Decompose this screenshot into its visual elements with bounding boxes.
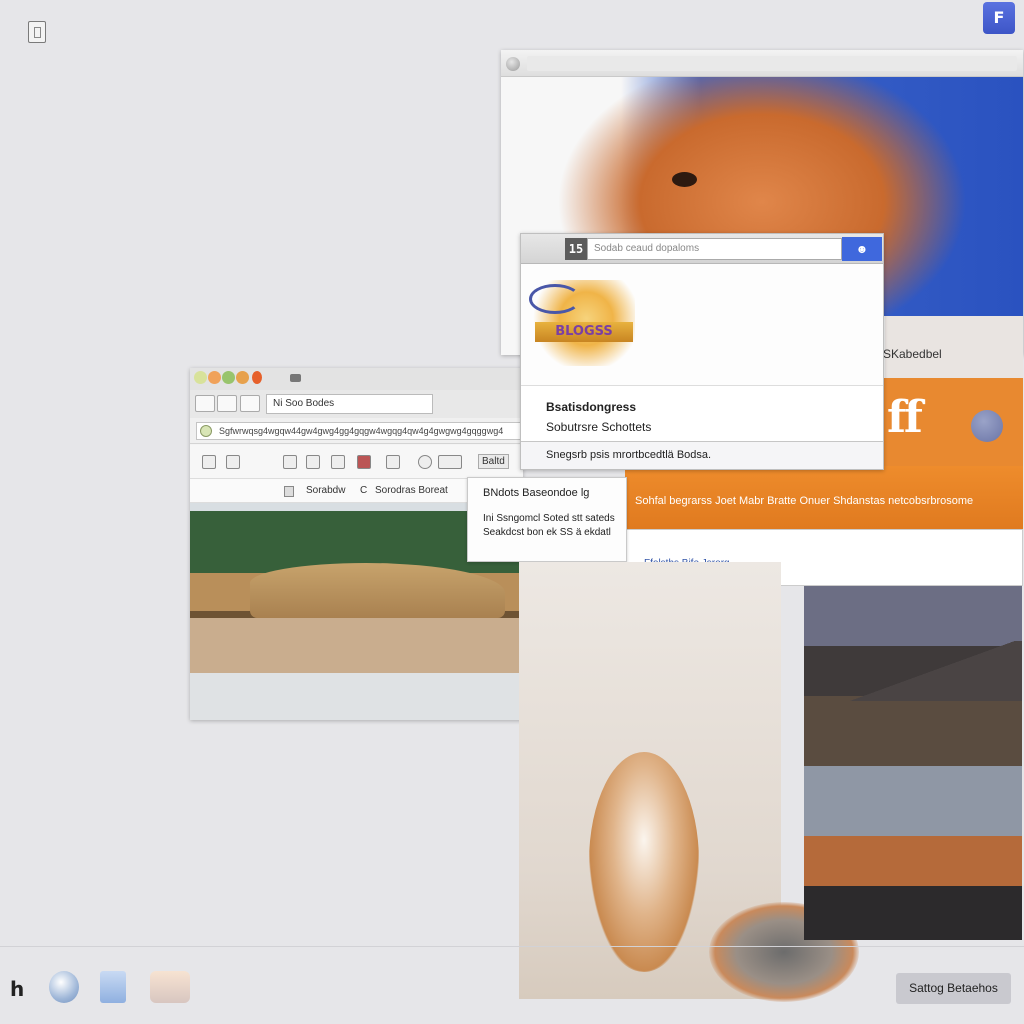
dialog-subheading: Sobutrsre Schottets — [546, 420, 652, 434]
dialog-footer-text[interactable]: Snegsrb psis mrortbcedtlä Bodsa. — [546, 449, 711, 461]
hamster-eye — [672, 172, 697, 187]
panel-hero: ff — [883, 378, 1023, 466]
address-input[interactable]: Sgfwrwqsg4wgqw44gw4gwg4gg4gqgw4wgqg4qw4g… — [196, 422, 521, 440]
hero-circle-icon[interactable] — [971, 410, 1003, 442]
user-icon[interactable]: ☻ — [842, 237, 882, 261]
filter-checkbox[interactable] — [284, 486, 294, 497]
globe-dock-icon[interactable] — [49, 971, 79, 1003]
dialog-heading: Bsatisdongress — [546, 400, 637, 414]
cat-photo — [519, 562, 859, 1002]
dialog-section: Bsatisdongress Sobutrsre Schottets — [521, 385, 883, 441]
trash-icon[interactable] — [100, 971, 126, 1003]
bucket-icon[interactable] — [357, 455, 371, 469]
dialog-input[interactable]: Sodab ceaud dopaloms — [587, 238, 842, 260]
grid-icon[interactable] — [306, 455, 320, 469]
mail-icon[interactable] — [150, 971, 190, 1003]
dock-home-glyph[interactable]: h — [10, 977, 24, 1001]
tab-icon-1[interactable] — [194, 371, 207, 384]
dialog-footer: Snegsrb psis mrortbcedtlä Bodsa. — [521, 441, 883, 469]
dialog-titlebar: 15 Sodab ceaud dopaloms ☻ — [521, 234, 883, 264]
popover-title: BNdots Baseondoe lg — [483, 487, 590, 499]
dialog-tag[interactable]: 15 — [565, 238, 587, 260]
tab-close-icon[interactable] — [290, 374, 301, 382]
dock-divider — [0, 946, 1024, 947]
dialog-logo: BLOGSS — [527, 280, 635, 366]
view-button[interactable] — [217, 395, 237, 412]
tab-strip — [190, 368, 523, 390]
list-icon[interactable] — [283, 455, 297, 469]
toggle-icon[interactable] — [438, 455, 462, 469]
mountain-photo — [804, 586, 1022, 940]
tab-icon-2[interactable] — [208, 371, 221, 384]
filter-right-label[interactable]: Sorodras Boreat — [375, 485, 448, 496]
tools-toolbar: Baltd — [190, 445, 523, 479]
globe-icon — [200, 425, 212, 437]
hero-logo: ff — [887, 392, 923, 443]
menu-button[interactable] — [240, 395, 260, 412]
logo-banner: BLOGSS — [535, 322, 633, 342]
panel-banner-text: Sohfal begrarss Joet Mabr Bratte Onuer S… — [625, 466, 1023, 529]
logo-ring — [529, 284, 581, 314]
tab-icon-4[interactable] — [236, 371, 249, 384]
mountain-ridge — [804, 641, 1022, 701]
filter-left-label[interactable]: Sorabdw — [306, 485, 345, 496]
tab-icon-3[interactable] — [222, 371, 235, 384]
tab-icon-5[interactable] — [252, 371, 262, 384]
pen-icon[interactable] — [226, 455, 240, 469]
dialog-window[interactable]: 15 Sodab ceaud dopaloms ☻ BLOGSS Bsatisd… — [520, 233, 884, 470]
image-icon[interactable] — [331, 455, 345, 469]
cat-figure — [589, 752, 699, 972]
filter-mid-label[interactable]: C — [360, 485, 367, 496]
window-titlebar[interactable] — [501, 50, 1023, 77]
lake-bank — [250, 563, 505, 618]
panel-header-label: SKabedbel — [883, 347, 942, 361]
brush-icon[interactable] — [202, 455, 216, 469]
back-button[interactable] — [195, 395, 215, 412]
document-icon[interactable] — [28, 21, 46, 43]
eye-icon[interactable] — [386, 455, 400, 469]
title-field — [527, 56, 1017, 71]
settings-button[interactable]: Sattog Betaehos — [896, 973, 1011, 1004]
info-popover[interactable]: BNdots Baseondoe lg Ini Ssngomcl Soted s… — [467, 477, 627, 562]
toolbar-label[interactable]: Baltd — [478, 454, 509, 469]
search-input[interactable]: Ni Soo Bodes — [266, 394, 433, 414]
address-bar[interactable]: Sgfwrwqsg4wgqw44gw4gwg4gg4gqgw4wgqg4qw4g… — [190, 418, 523, 444]
window-close-icon[interactable] — [506, 57, 520, 71]
app-badge-icon[interactable]: F — [983, 2, 1015, 34]
circle-icon[interactable] — [418, 455, 432, 469]
top-toolbar: Ni Soo Bodes — [190, 390, 523, 418]
popover-body: Ini Ssngomcl Soted stt sateds Seakdcst b… — [483, 513, 615, 538]
